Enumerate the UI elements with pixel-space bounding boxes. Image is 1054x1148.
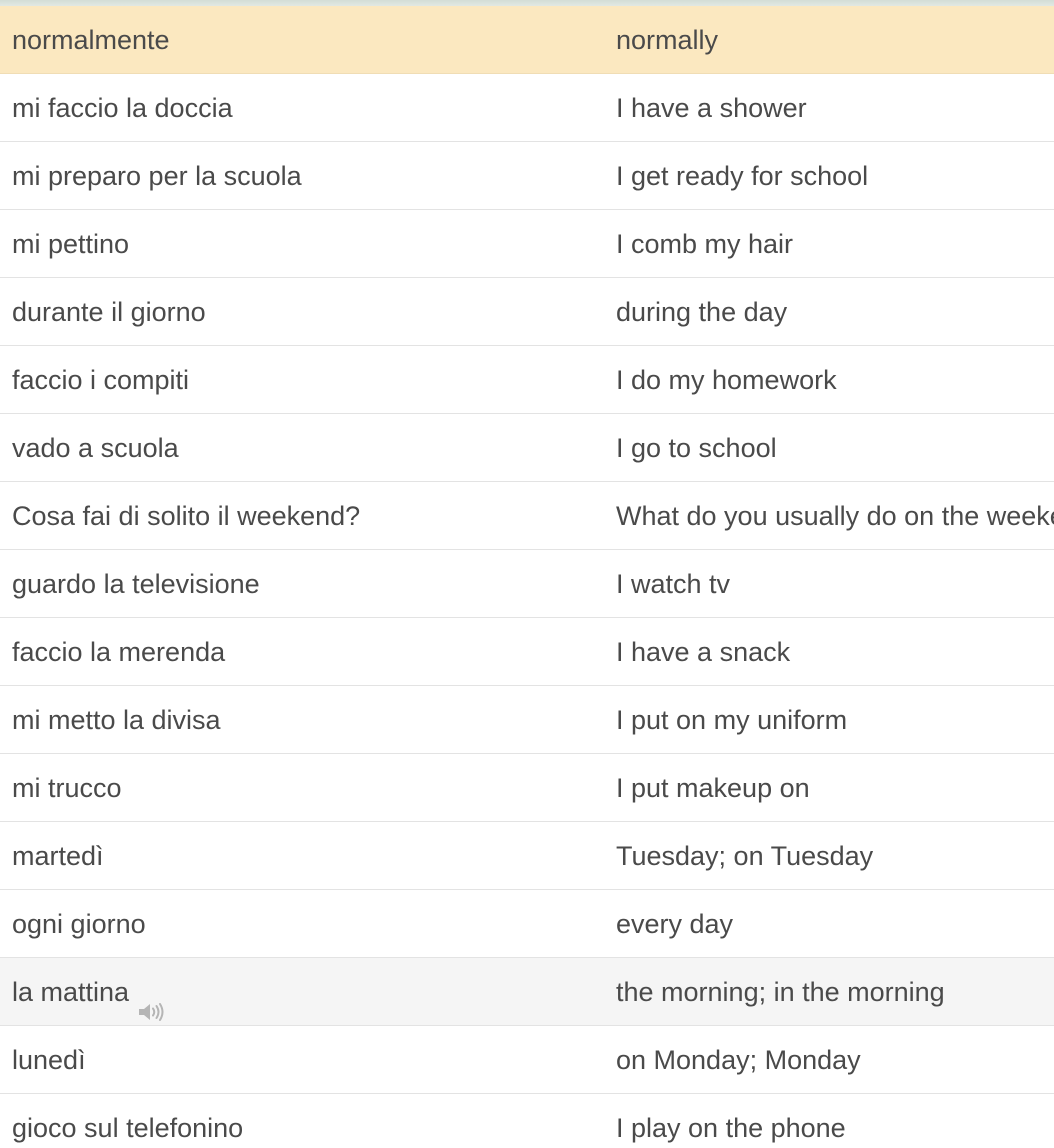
vocab-row[interactable]: gioco sul telefonino I play on the phone [0,1094,1054,1148]
vocab-row[interactable]: mi faccio la doccia I have a shower [0,74,1054,142]
definition-text: I put on my uniform [616,705,848,735]
term-text: lunedì [12,1045,86,1075]
definition-text: I watch tv [616,569,731,599]
term-text: faccio la merenda [12,637,226,667]
speaker-icon[interactable] [137,980,165,1021]
vocab-row[interactable]: lunedì on Monday; Monday [0,1026,1054,1094]
vocabulary-list: normalmente normally mi faccio la doccia… [0,6,1054,1148]
vocab-row-highlighted[interactable]: normalmente normally [0,6,1054,74]
term-text: durante il giorno [12,297,206,327]
term-text: vado a scuola [12,433,179,463]
vocab-row[interactable]: Cosa fai di solito il weekend? What do y… [0,482,1054,550]
definition-text: I play on the phone [616,1113,846,1143]
definition-text: I go to school [616,433,777,463]
vocab-row[interactable]: mi metto la divisa I put on my uniform [0,686,1054,754]
term-text: normalmente [12,25,170,55]
term-cell: la mattina [12,958,165,1025]
definition-text: I do my homework [616,365,837,395]
term-text: mi trucco [12,773,122,803]
vocab-row[interactable]: martedì Tuesday; on Tuesday [0,822,1054,890]
term-text: Cosa fai di solito il weekend? [12,501,361,531]
definition-text: I comb my hair [616,229,794,259]
vocab-row-hovered[interactable]: la mattina the morning; in the morning [0,958,1054,1026]
vocab-row[interactable]: mi pettino I comb my hair [0,210,1054,278]
definition-text: I get ready for school [616,161,869,191]
vocab-row[interactable]: vado a scuola I go to school [0,414,1054,482]
term-text: guardo la televisione [12,569,260,599]
definition-text: I have a shower [616,93,807,123]
term-text: faccio i compiti [12,365,190,395]
term-text: ogni giorno [12,909,146,939]
term-text: la mattina [12,977,130,1007]
term-text: mi preparo per la scuola [12,161,302,191]
definition-text: I put makeup on [616,773,810,803]
vocab-row[interactable]: ogni giorno every day [0,890,1054,958]
vocab-row[interactable]: mi trucco I put makeup on [0,754,1054,822]
definition-text: on Monday; Monday [616,1045,861,1075]
vocab-row[interactable]: faccio la merenda I have a snack [0,618,1054,686]
definition-text: What do you usually do on the weekend? [616,501,1054,531]
vocab-row[interactable]: guardo la televisione I watch tv [0,550,1054,618]
term-text: gioco sul telefonino [12,1113,244,1143]
vocab-row[interactable]: faccio i compiti I do my homework [0,346,1054,414]
definition-text: Tuesday; on Tuesday [616,841,874,871]
definition-text: during the day [616,297,788,327]
term-text: martedì [12,841,104,871]
definition-text: I have a snack [616,637,791,667]
definition-text: normally [616,25,719,55]
term-text: mi metto la divisa [12,705,221,735]
vocab-row[interactable]: mi preparo per la scuola I get ready for… [0,142,1054,210]
definition-text: the morning; in the morning [616,977,945,1007]
term-text: mi pettino [12,229,130,259]
vocab-row[interactable]: durante il giorno during the day [0,278,1054,346]
term-text: mi faccio la doccia [12,93,233,123]
definition-text: every day [616,909,734,939]
